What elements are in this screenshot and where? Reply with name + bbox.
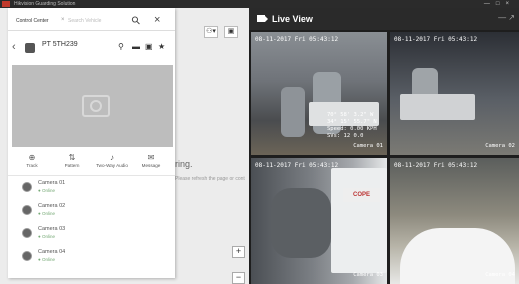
feed-camera-label: Camera 04 xyxy=(485,272,515,278)
zoom-in-button[interactable]: + xyxy=(232,246,245,258)
track-icon: ⊕ xyxy=(28,153,36,162)
camera-name: Camera 03 xyxy=(38,226,66,232)
map-toolbar: ⚇▾ ▣ xyxy=(204,26,238,38)
tanker-shape xyxy=(271,188,331,258)
map-zoom-control: + − xyxy=(232,246,245,284)
feed-camera-label: Camera 02 xyxy=(485,143,515,149)
map-layer-button[interactable]: ⚇▾ xyxy=(204,26,218,38)
map-error-subtext: Please refresh the page or contact the a… xyxy=(175,176,245,182)
camera-icon xyxy=(22,228,32,238)
camera-feed-4[interactable]: 08-11-2017 Fri 05:43:12 Camera 04 xyxy=(390,158,519,284)
camera-status-text: Online xyxy=(41,234,55,239)
gps-latitude: 34° 15' 55.7" N xyxy=(327,119,377,125)
feed-timestamp: 08-11-2017 Fri 05:43:12 xyxy=(255,36,339,43)
live-view-window-controls[interactable]: — ↗ xyxy=(498,13,515,22)
camera-icon xyxy=(22,182,32,192)
window-titlebar: Hikvision Guarding Solution —□× xyxy=(0,0,519,8)
vehicle-actions: ⊕ Track ⇅ Pattern ♪ Two-Way Audio ✉ Mess… xyxy=(8,151,175,176)
feed-timestamp: 08-11-2017 Fri 05:43:12 xyxy=(394,36,478,43)
camera-name: Camera 02 xyxy=(38,203,66,209)
video-camera-icon xyxy=(257,15,265,22)
feed-camera-label: Camera 01 xyxy=(353,143,383,149)
two-way-audio-label: Two-Way Audio xyxy=(96,163,128,168)
camera-status: ● Online xyxy=(38,211,55,216)
camera-status-text: Online xyxy=(41,188,55,193)
feed-camera-label: Camera 03 xyxy=(353,272,383,278)
camera-feed-3[interactable]: COPE 08-11-2017 Fri 05:43:12 Camera 03 xyxy=(251,158,387,284)
vehicle-photo-placeholder xyxy=(12,65,173,147)
vehicle-panel: Control Center × Search Vehicle ⚲ × ‹ PT… xyxy=(8,8,175,278)
gps-overlay: 70° 58' 3.2" W 34° 15' 55.7" N Speed: 0.… xyxy=(327,112,377,140)
live-view-panel: Live View — ↗ 08-11-2017 Fri 05:43:12 70… xyxy=(249,8,519,284)
search-input[interactable]: Search Vehicle xyxy=(68,18,101,24)
truck-sign: COPE xyxy=(343,188,380,202)
camera-status: ● Online xyxy=(38,234,55,239)
camera-list-item[interactable]: Camera 03 ● Online xyxy=(8,224,175,247)
star-icon[interactable]: ★ xyxy=(158,42,165,51)
live-view-header: Live View — ↗ xyxy=(249,8,519,30)
camera-list-item[interactable]: Camera 04 ● Online xyxy=(8,247,175,270)
feed-timestamp: 08-11-2017 Fri 05:43:12 xyxy=(394,162,478,169)
truck-shape xyxy=(331,168,387,273)
message-button[interactable]: ✉ Message xyxy=(131,153,171,168)
file-icon[interactable]: ▣ xyxy=(145,42,153,51)
gps-longitude: 70° 58' 3.2" W xyxy=(327,112,374,118)
microphone-icon: ♪ xyxy=(110,153,114,162)
map-fullscreen-button[interactable]: ▣ xyxy=(224,26,238,38)
camera-name: Camera 04 xyxy=(38,249,66,255)
camera-list: Camera 01 ● Online Camera 02 ● Online Ca… xyxy=(8,178,175,270)
gps-speed: Speed: 0.00 KPH xyxy=(327,126,377,132)
two-way-audio-button[interactable]: ♪ Two-Way Audio xyxy=(92,153,132,168)
live-view-title: Live View xyxy=(272,14,313,24)
camera-status-text: Online xyxy=(41,211,55,216)
pattern-label: Pattern xyxy=(64,163,80,168)
video-camera-lens xyxy=(265,16,268,22)
window-controls[interactable]: —□× xyxy=(484,0,515,8)
camera-feed-2[interactable]: 08-11-2017 Fri 05:43:12 Camera 02 xyxy=(390,32,519,155)
camera-icon xyxy=(22,205,32,215)
camera-status: ● Online xyxy=(38,188,55,193)
track-button[interactable]: ⊕ Track xyxy=(12,153,52,168)
camera-feed-1[interactable]: 08-11-2017 Fri 05:43:12 70° 58' 3.2" W 3… xyxy=(251,32,387,155)
camera-list-item[interactable]: Camera 01 ● Online xyxy=(8,178,175,201)
scope-separator: × xyxy=(61,17,65,23)
app-logo xyxy=(2,1,10,7)
truck-icon[interactable]: ▬ xyxy=(132,42,140,51)
camera-status-text: Online xyxy=(41,257,55,262)
message-label: Message xyxy=(141,163,161,168)
search-scope[interactable]: Control Center xyxy=(16,18,49,24)
camera-list-item[interactable]: Camera 02 ● Online xyxy=(8,201,175,224)
search-bar: Control Center × Search Vehicle ⚲ × xyxy=(8,12,175,31)
camera-icon xyxy=(22,251,32,261)
track-label: Track xyxy=(26,163,38,168)
vehicle-plate: PT 5TH239 xyxy=(42,41,78,48)
back-arrow-icon[interactable]: ‹ xyxy=(12,41,16,53)
camera-name: Camera 01 xyxy=(38,180,66,186)
window-title: Hikvision Guarding Solution xyxy=(14,1,76,7)
zoom-out-button[interactable]: − xyxy=(232,272,245,284)
pattern-button[interactable]: ⇅ Pattern xyxy=(52,153,92,168)
tank-shape xyxy=(281,87,305,137)
camera-status: ● Online xyxy=(38,257,55,262)
search-icon[interactable]: ⚲ xyxy=(129,13,143,28)
feed-timestamp: 08-11-2017 Fri 05:43:12 xyxy=(255,162,339,169)
map-error-message: ring. xyxy=(175,159,193,169)
close-icon[interactable]: × xyxy=(154,14,160,26)
camera-placeholder-icon xyxy=(82,95,110,117)
gps-satellites: SVs: 12 0.0 xyxy=(327,133,364,139)
message-icon: ✉ xyxy=(147,153,155,162)
vehicle-header: ‹ PT 5TH239 ⚲ ▬ ▣ ★ xyxy=(8,38,175,60)
pattern-icon: ⇅ xyxy=(68,153,76,162)
location-pin-icon[interactable]: ⚲ xyxy=(118,42,124,51)
bus-icon xyxy=(25,43,35,53)
truck-shape xyxy=(400,94,475,120)
